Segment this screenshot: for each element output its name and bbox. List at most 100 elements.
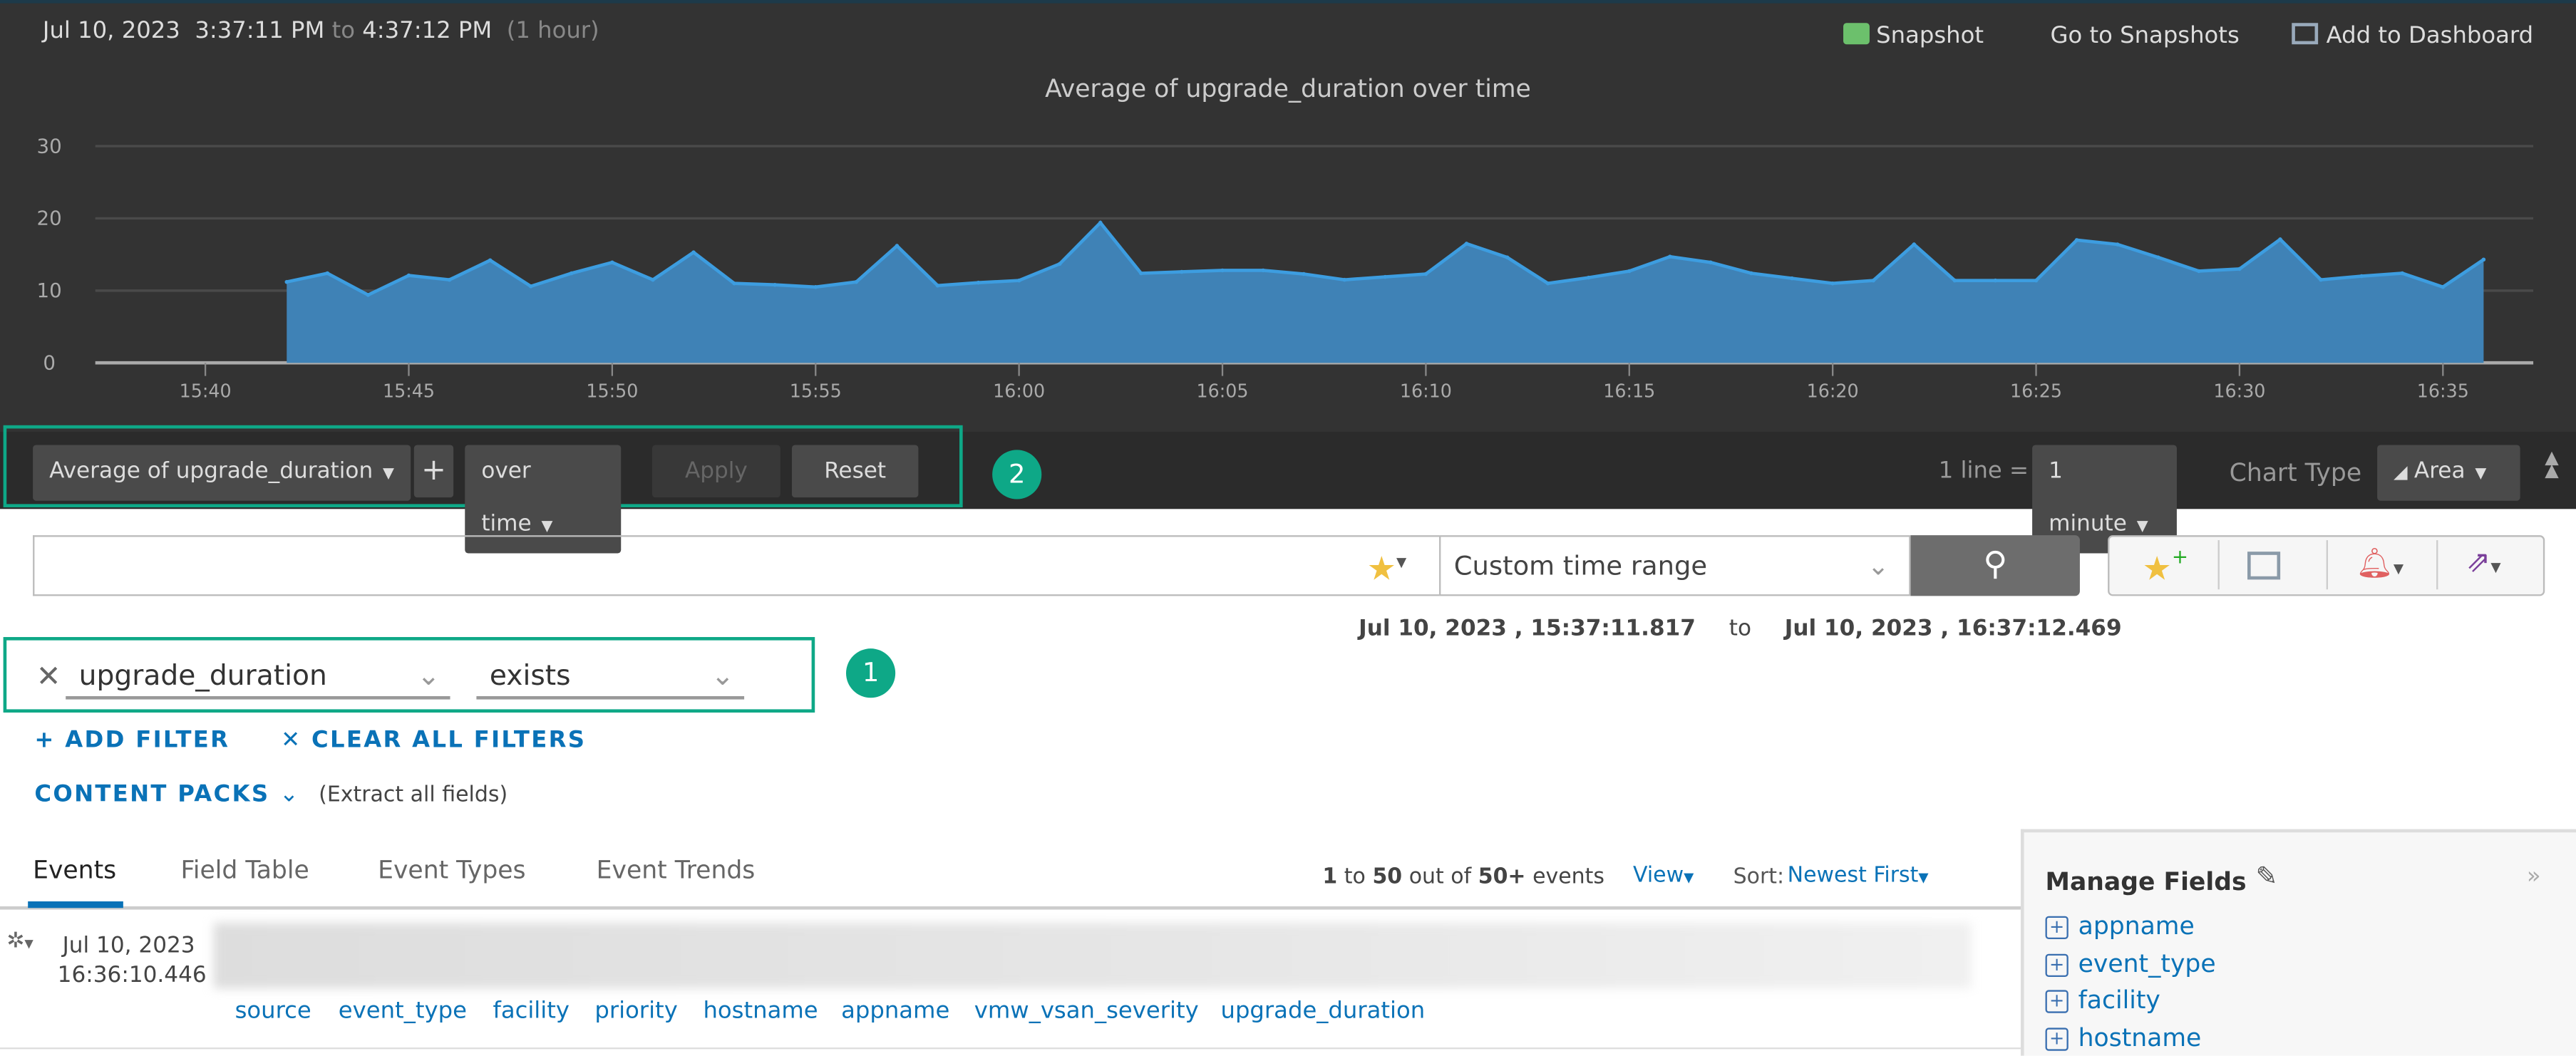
divider <box>2217 540 2220 590</box>
tab-field-table[interactable]: Field Table <box>181 855 309 884</box>
data-point-16:28 <box>2156 255 2160 259</box>
area-fill <box>287 222 2484 363</box>
filter-operator-value: exists <box>489 660 571 693</box>
manage-field-facility[interactable]: + facility <box>2045 985 2160 1015</box>
data-point-16:22 <box>1912 242 1917 247</box>
data-point-16:04 <box>1180 269 1184 274</box>
event-field-vmw-vsan-severity[interactable]: vmw_vsan_severity <box>974 998 1199 1025</box>
alert-bell-icon[interactable]: 🔔︎▼ <box>2356 547 2404 581</box>
group-label: over time <box>481 457 532 537</box>
data-point-16:23 <box>1952 278 1957 283</box>
data-point-16:06 <box>1261 268 1265 273</box>
event-field-upgrade-duration[interactable]: upgrade_duration <box>1221 998 1426 1025</box>
manage-field-appname[interactable]: + appname <box>2045 911 2195 941</box>
event-field-priority[interactable]: priority <box>594 998 677 1025</box>
add-favorite-icon[interactable]: ★+ <box>2143 545 2189 588</box>
event-gear-icon[interactable]: ✲▼ <box>6 929 34 954</box>
search-input[interactable] <box>33 535 1440 596</box>
event-date: Jul 10, 2023 <box>62 932 195 959</box>
collapse-chart-icon[interactable]: ▲ ▲ <box>2545 448 2559 480</box>
tab-event-types[interactable]: Event Types <box>378 855 525 884</box>
time-range-dropdown[interactable]: Custom time range ⌄ <box>1439 535 1911 596</box>
data-point-16:33 <box>2359 274 2364 279</box>
tab-event-trends[interactable]: Event Trends <box>597 855 756 884</box>
data-point-15:59 <box>976 280 981 285</box>
event-field-event-type[interactable]: event_type <box>339 998 467 1025</box>
tab-events[interactable]: Events <box>33 855 116 884</box>
chevron-down-icon: ⌄ <box>279 781 301 808</box>
edit-pencil-icon[interactable]: ✎ <box>2256 860 2278 891</box>
action-icon-group: ★+ 🔔︎▼ ⇗▼ <box>2108 535 2545 596</box>
caret-down-icon: ▼ <box>2136 519 2148 536</box>
x-tick-label: 16:15 <box>1603 381 1655 402</box>
x-tick-label: 16:30 <box>2213 381 2265 402</box>
data-point-16:08 <box>1342 277 1347 282</box>
time-range-label: Custom time range <box>1453 549 1708 581</box>
view-dropdown[interactable]: View▼ <box>1633 864 1694 889</box>
favorite-star-icon[interactable]: ★▼ <box>1367 549 1407 588</box>
manage-field-event-type[interactable]: + event_type <box>2045 949 2216 978</box>
sort-dropdown[interactable]: Newest First▼ <box>1788 864 1929 889</box>
query-toolbar: Average of upgrade_duration ▼ + over time… <box>0 425 2576 554</box>
caret-down-icon: ▼ <box>541 519 553 536</box>
caret-down-icon: ▼ <box>2475 466 2487 483</box>
event-field-source[interactable]: source <box>235 998 311 1025</box>
x-tick-label: 16:05 <box>1197 381 1249 402</box>
export-share-icon[interactable]: ⇗▼ <box>2466 545 2501 579</box>
search-button[interactable]: ⚲ <box>1910 535 2080 596</box>
data-point-16:07 <box>1302 271 1306 276</box>
data-point-15:55 <box>813 285 818 289</box>
data-point-16:27 <box>2115 242 2120 247</box>
redacted-event-text <box>213 922 1972 989</box>
chart-panel: Jul 10, 2023 3:37:11 PM to 4:37:12 PM (1… <box>0 0 2576 433</box>
data-point-15:46 <box>447 277 452 282</box>
caret-down-icon: ▼ <box>1684 870 1694 885</box>
data-point-16:35 <box>2441 285 2446 289</box>
remove-filter-icon[interactable]: ✕ <box>36 660 61 694</box>
data-point-16:18 <box>1749 271 1753 276</box>
result-from: 1 <box>1322 865 1338 890</box>
data-point-16:00 <box>1016 278 1021 283</box>
result-to-word: to <box>1344 865 1366 890</box>
aggregate-dropdown[interactable]: Average of upgrade_duration ▼ <box>33 445 411 501</box>
clear-all-filters-link[interactable]: ✕ CLEAR ALL FILTERS <box>281 728 586 754</box>
range-end: Jul 10, 2023 , 16:37:12.469 <box>1784 616 2122 642</box>
x-tick-label: 15:40 <box>180 381 232 402</box>
content-packs-dropdown[interactable]: CONTENT PACKS ⌄ <box>34 782 300 808</box>
filter-field-dropdown[interactable]: upgrade_duration ⌄ <box>66 653 450 700</box>
event-field-facility[interactable]: facility <box>493 998 570 1025</box>
filter-operator-dropdown[interactable]: exists ⌄ <box>476 653 745 700</box>
extract-all-fields-link[interactable]: (Extract all fields) <box>319 783 508 808</box>
data-point-15:54 <box>773 282 777 287</box>
add-filter-link[interactable]: + ADD FILTER <box>34 728 230 754</box>
data-point-16:19 <box>1790 276 1794 281</box>
line-interval-label: 1 line = <box>1938 457 2029 485</box>
reset-button[interactable]: Reset <box>791 445 919 498</box>
field-name: hostname <box>2078 1023 2202 1052</box>
view-label: View <box>1633 864 1684 889</box>
apply-button[interactable]: Apply <box>652 445 780 498</box>
data-point-16:11 <box>1464 242 1469 246</box>
data-point-16:21 <box>1871 278 1876 283</box>
event-field-appname[interactable]: appname <box>841 998 949 1025</box>
add-to-dashboard-icon[interactable] <box>2247 552 2281 580</box>
event-field-hostname[interactable]: hostname <box>703 998 818 1025</box>
result-unit: events <box>1532 865 1605 890</box>
data-point-16:24 <box>1993 278 1998 283</box>
data-point-16:29 <box>2197 269 2201 274</box>
add-aggregate-button[interactable]: + <box>413 445 454 498</box>
data-point-16:02 <box>1098 220 1103 225</box>
caret-down-icon: ▼ <box>382 466 394 483</box>
data-point-16:26 <box>2074 238 2079 242</box>
data-point-15:50 <box>610 260 614 265</box>
collapse-panel-icon[interactable]: » <box>2527 864 2541 890</box>
manage-field-hostname[interactable]: + hostname <box>2045 1023 2202 1052</box>
data-point-15:57 <box>895 244 900 248</box>
chart-type-label: Chart Type <box>2229 457 2362 488</box>
y-tick-label: 0 <box>43 351 56 374</box>
x-tick-label: 16:20 <box>1807 381 1859 402</box>
data-point-16:15 <box>1627 269 1632 274</box>
data-point-15:51 <box>651 277 655 282</box>
x-tick-label: 16:10 <box>1400 381 1452 402</box>
chart-type-dropdown[interactable]: ◢ Area ▼ <box>2377 445 2520 501</box>
